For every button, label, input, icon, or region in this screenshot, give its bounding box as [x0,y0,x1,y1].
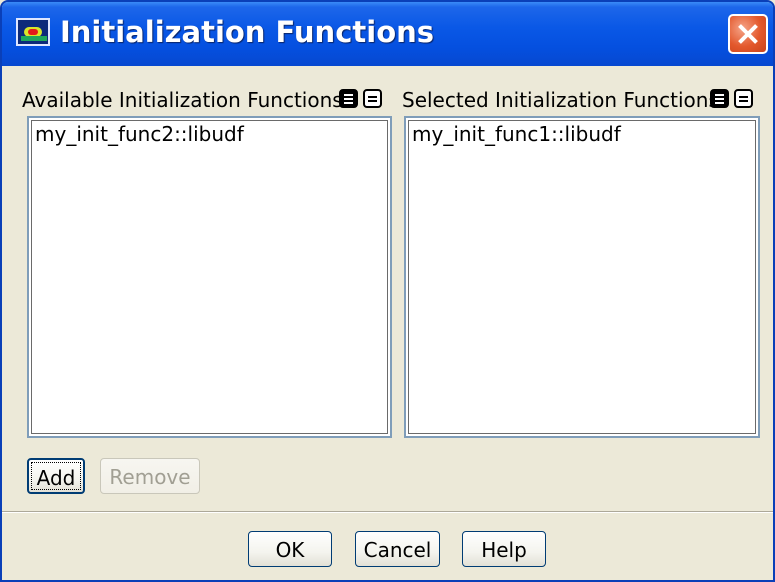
title-bar[interactable]: Initialization Functions [2,2,773,66]
available-functions-label: Available Initialization Functions [22,88,343,112]
fluent-app-icon [16,18,50,46]
cancel-button[interactable]: Cancel [355,531,440,567]
help-button[interactable]: Help [462,531,546,567]
footer-separator [2,511,773,513]
ok-button[interactable]: OK [248,531,332,567]
window-title: Initialization Functions [60,15,435,49]
list-item[interactable]: my_init_func2::libudf [35,122,244,146]
add-button[interactable]: Add [27,458,85,494]
selected-select-all-icon[interactable] [710,89,729,108]
selected-functions-label: Selected Initialization Functions [402,88,719,112]
available-functions-list[interactable]: my_init_func2::libudf [27,116,392,438]
initialization-functions-dialog: Initialization Functions Available Initi… [0,0,775,582]
selected-functions-list[interactable]: my_init_func1::libudf [404,116,760,438]
selected-deselect-all-icon[interactable] [734,89,753,108]
available-select-all-icon[interactable] [339,89,358,108]
close-icon[interactable] [728,14,768,54]
remove-button[interactable]: Remove [100,458,200,494]
list-item[interactable]: my_init_func1::libudf [412,122,621,146]
available-deselect-all-icon[interactable] [363,89,382,108]
